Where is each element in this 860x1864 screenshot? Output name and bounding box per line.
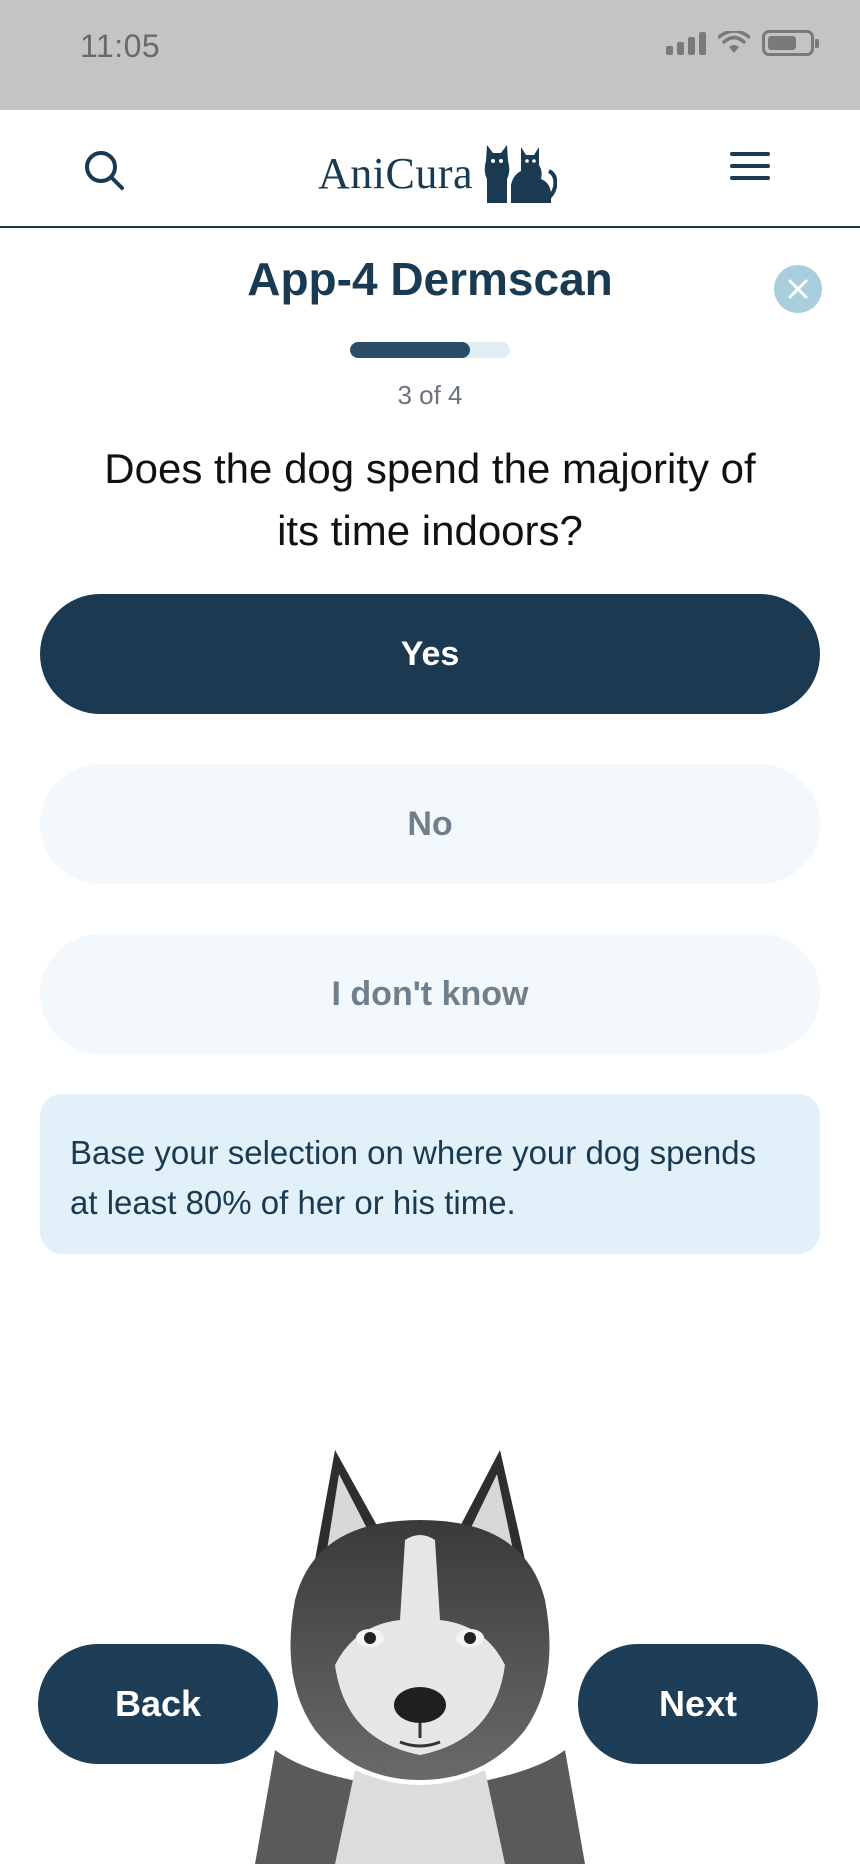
option-label: I don't know [331,974,529,1013]
progress-fill [350,342,470,358]
app-header: AniCura [0,110,860,228]
option-yes-button[interactable]: Yes [40,594,820,714]
option-label: No [407,804,453,843]
wifi-icon [718,31,750,53]
menu-button[interactable] [730,152,770,186]
progress-bar [350,342,510,358]
battery-icon [762,30,819,56]
page-title: App-4 Dermscan [247,253,613,305]
close-icon [788,279,808,299]
back-button[interactable]: Back [38,1644,278,1764]
status-icons [666,30,819,56]
signal-icon [666,31,706,55]
anicura-logo[interactable]: AniCura [318,138,558,208]
logo-text: AniCura [318,148,474,198]
next-button[interactable]: Next [578,1644,818,1764]
progress-label: 3 of 4 [397,380,463,410]
option-dont-know-button[interactable]: I don't know [40,934,820,1054]
option-label: Yes [400,634,460,673]
question-text: Does the dog spend the majority of its t… [104,445,756,554]
logo-animals-icon [484,145,558,203]
option-no-button[interactable]: No [40,764,820,884]
hint-box: Base your selection on where your dog sp… [40,1094,820,1254]
status-bar: 11:05 [0,0,860,110]
search-icon [85,151,124,190]
close-button[interactable] [774,265,822,313]
search-button[interactable] [82,148,128,194]
status-time: 11:05 [80,28,161,64]
hamburger-menu-icon [730,152,770,180]
battery-fill [768,36,796,50]
husky-dog-image [255,1450,585,1864]
